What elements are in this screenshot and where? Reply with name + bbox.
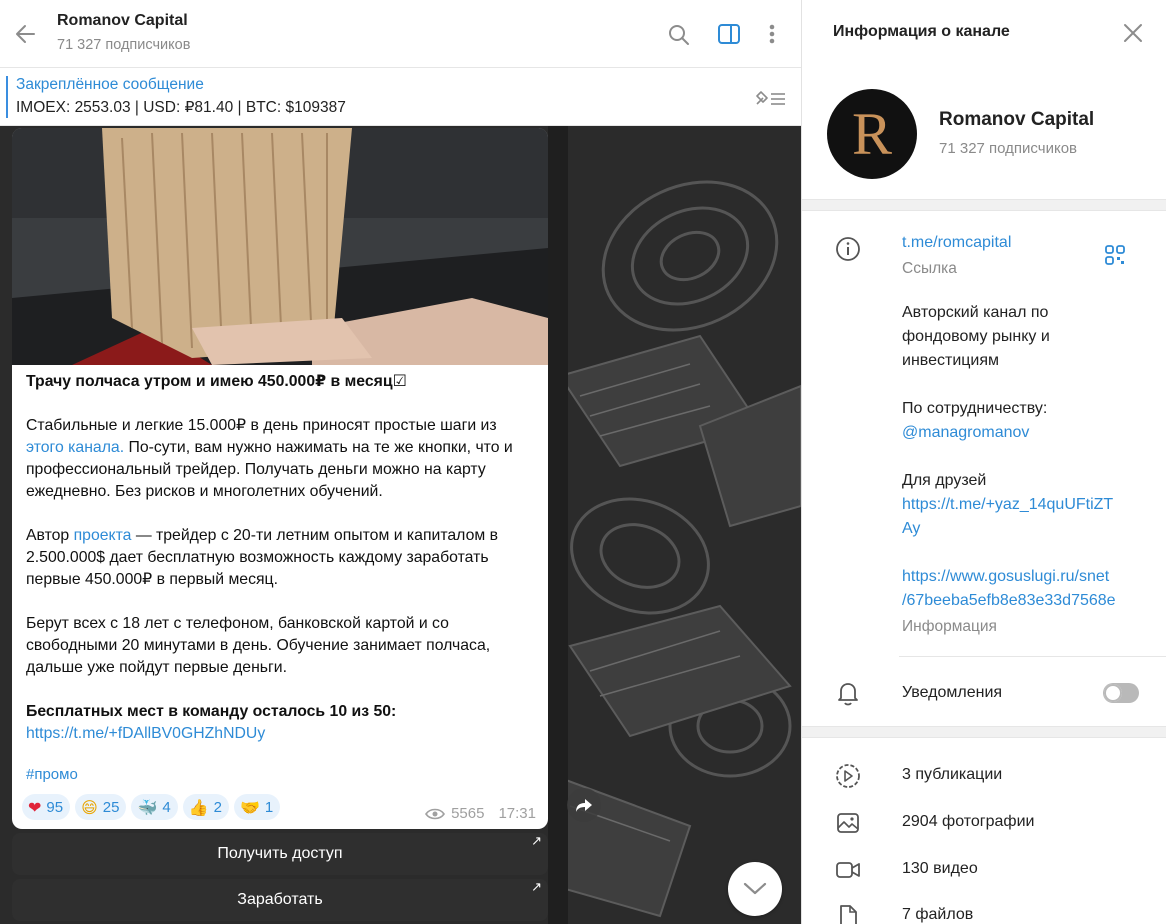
chevron-down-icon (743, 882, 767, 895)
friends-link-line-2[interactable]: Ay (902, 517, 920, 541)
project-link[interactable]: проекта (74, 527, 132, 544)
channel-link[interactable]: этого канала. (26, 439, 124, 456)
collab-label: По сотрудничеству: (902, 400, 1048, 417)
channel-info-panel: Информация о канале R Romanov Capital 71… (801, 0, 1166, 924)
media-videos[interactable]: 130 видео (902, 857, 978, 881)
collab-handle-link[interactable]: @managromanov (902, 421, 1029, 445)
divider (899, 656, 1166, 657)
media-posts[interactable]: 3 публикации (902, 763, 1002, 787)
hashtag-link[interactable]: #промо (26, 766, 78, 783)
message-text: Трачу полчаса утром и имею 450.000₽ в ме… (26, 370, 536, 745)
message-paragraph-2: Автор проекта — трейдер с 20-ти летним о… (26, 527, 498, 588)
channel-description-line-1: Авторский канал по (902, 304, 1049, 321)
scroll-down-button[interactable] (728, 862, 782, 916)
video-icon (836, 862, 860, 878)
reaction-laugh[interactable]: 😄 25 (75, 794, 127, 820)
message-paragraph-3: Берут всех с 18 лет с телефоном, банковс… (26, 615, 491, 676)
message-paragraph-1: Стабильные и легкие 15.000₽ в день прино… (26, 417, 513, 500)
earn-button[interactable]: Заработать ↗ (12, 879, 548, 921)
pinned-text: IMOEX: 2553.03 | USD: ₽81.40 | BTC: $109… (16, 99, 346, 116)
bell-icon (838, 683, 858, 706)
search-icon[interactable] (666, 20, 692, 48)
reaction-heart[interactable]: ❤ 95 (22, 794, 71, 820)
file-icon (840, 905, 857, 924)
checkmark-icon: ☑ (392, 371, 407, 390)
channel-subscribers: 71 327 подписчиков (939, 140, 1078, 157)
section-separator (802, 199, 1166, 211)
heart-icon: ❤ (28, 797, 42, 817)
message-headline: Трачу полчаса утром и имею 450.000₽ в ме… (26, 371, 407, 390)
reaction-handshake[interactable]: 🤝 1 (234, 794, 281, 820)
media-photos[interactable]: 2904 фотографии (902, 810, 1034, 834)
more-vertical-icon[interactable] (759, 20, 785, 48)
gosuslugi-link-line-1[interactable]: https://www.gosuslugi.ru/snet (902, 565, 1109, 589)
message-bubble: Трачу полчаса утром и имею 450.000₽ в ме… (12, 128, 548, 829)
external-link-icon: ↗ (531, 834, 542, 849)
chat-area: Romanov Capital 71 327 подписчиков Закре… (0, 0, 801, 924)
message-time: 17:31 (498, 805, 536, 822)
channel-avatar[interactable]: R (827, 89, 917, 179)
channel-description-line-2: фондовому рынку и (902, 328, 1050, 345)
chat-subscriber-count: 71 327 подписчиков (57, 37, 191, 53)
message-photo[interactable] (12, 128, 548, 365)
invite-link[interactable]: https://t.me/+fDAllBV0GHZhNDUy (26, 725, 265, 742)
pinned-message-bar[interactable]: Закреплённое сообщение IMOEX: 2553.03 | … (0, 68, 801, 126)
thumbs-up-icon: 👍 (188, 797, 209, 817)
handshake-icon: 🤝 (240, 797, 260, 817)
reactions-bar: ❤ 95 😄 25 🐳 4 👍 2 🤝 1 (22, 794, 281, 820)
external-link-icon: ↗ (531, 880, 542, 895)
channel-description-line-3: инвестициям (902, 352, 1000, 369)
eye-icon (425, 808, 446, 819)
notifications-toggle[interactable] (1103, 683, 1139, 703)
friends-label: Для друзей (902, 472, 987, 489)
section-separator (802, 726, 1166, 738)
posts-icon (836, 764, 860, 788)
get-access-button[interactable]: Получить доступ ↗ (12, 833, 548, 875)
whale-icon: 🐳 (137, 797, 158, 817)
reaction-whale[interactable]: 🐳 4 (131, 794, 178, 820)
close-icon[interactable] (1122, 22, 1144, 44)
photo-icon (837, 813, 859, 833)
chat-title[interactable]: Romanov Capital (57, 12, 188, 30)
avatar-letter: R (851, 100, 893, 167)
info-icon (836, 237, 860, 261)
notifications-label: Уведомления (902, 684, 1003, 701)
message-paragraph-4: Бесплатных мест в команду осталось 10 из… (26, 703, 397, 720)
info-label: Информация (902, 618, 997, 635)
message-meta: 5565 17:31 (425, 805, 536, 822)
pin-list-icon[interactable] (753, 86, 789, 110)
chat-header: Romanov Capital 71 327 подписчиков (0, 0, 801, 68)
friends-link-line-1[interactable]: https://t.me/+yaz_14quUFtiZT (902, 493, 1113, 517)
info-panel-title: Информация о канале (833, 23, 1010, 40)
gosuslugi-link-line-2[interactable]: /67beeba5efb8e83e33d7568e (902, 589, 1116, 613)
media-files[interactable]: 7 файлов (902, 903, 973, 924)
back-arrow-icon[interactable] (12, 20, 40, 48)
forward-button[interactable] (567, 788, 601, 822)
view-count: 5565 (451, 805, 485, 822)
pinned-indicator (6, 76, 8, 118)
sidebar-toggle-icon[interactable] (716, 20, 742, 48)
link-label: Ссылка (902, 260, 957, 277)
reaction-thumbs-up[interactable]: 👍 2 (182, 794, 229, 820)
share-arrow-icon (576, 799, 592, 812)
pinned-label: Закреплённое сообщение (16, 76, 204, 93)
qr-code-icon[interactable] (1104, 244, 1126, 266)
laughing-face-icon: 😄 (81, 797, 98, 817)
channel-link[interactable]: t.me/romcapital (902, 231, 1011, 255)
channel-name: Romanov Capital (939, 109, 1095, 130)
